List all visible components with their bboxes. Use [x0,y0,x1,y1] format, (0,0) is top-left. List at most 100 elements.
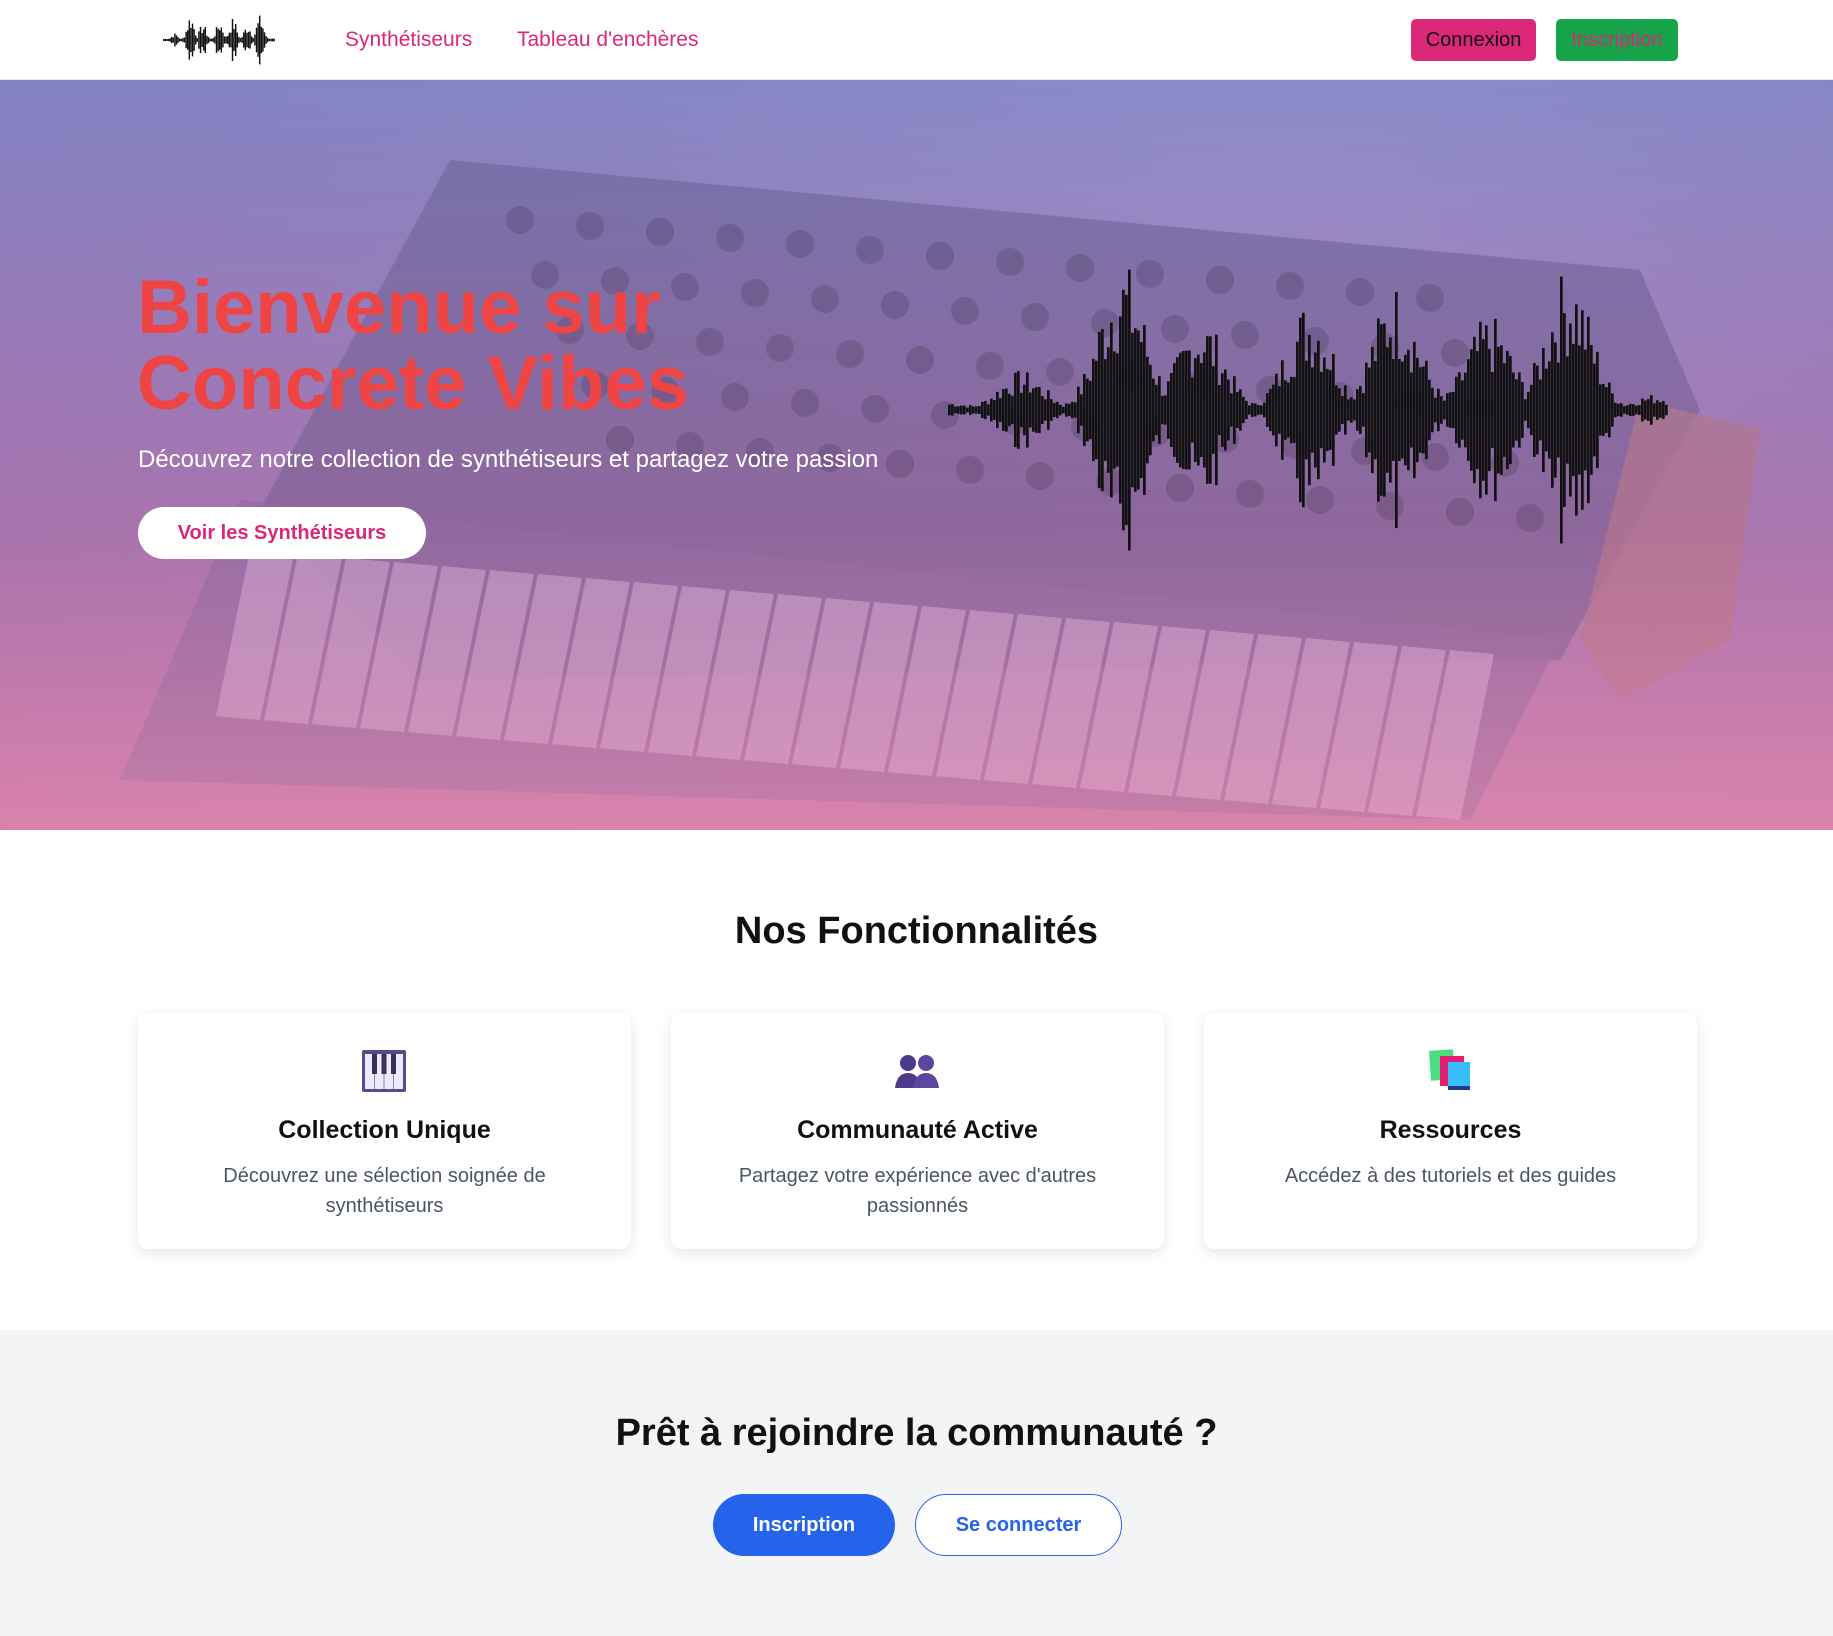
waveform-bar [236,32,239,48]
waveform-bar [1614,402,1617,418]
waveform-bar [1131,332,1134,488]
waveform-bar [1218,385,1221,435]
waveform-bar [222,32,224,48]
waveform-bar [1020,392,1023,428]
waveform-bar [1386,347,1389,473]
waveform-bar [1107,347,1110,473]
waveform-bar [1503,363,1506,457]
waveform-bar [1653,403,1656,417]
waveform-bar [1605,387,1608,433]
waveform-bar [1236,391,1239,429]
waveform-bar [969,405,972,415]
waveform-bar [1065,403,1068,417]
waveform-bar [179,38,181,42]
waveform-bar [252,38,255,42]
login-button[interactable]: Connexion [1411,19,1536,61]
waveform-bar [1470,349,1473,471]
waveform-bar [1239,389,1242,431]
feature-card-title: Communauté Active [797,1116,1038,1144]
waveform-bar [1401,361,1404,459]
waveform-bar [1575,304,1578,516]
waveform-bar [1476,351,1479,469]
waveform-bar [954,406,957,414]
nav-link-synthesizers[interactable]: Synthétiseurs [345,28,472,52]
waveform-bar [267,37,269,43]
waveform-bar [1029,392,1032,428]
waveform-bar [1467,359,1470,461]
waveform-bar [1233,376,1236,444]
waveform-bar [1542,347,1545,473]
waveform-bar [1221,373,1224,447]
waveform-bar [1560,276,1563,544]
waveform-bar [1266,393,1269,427]
waveform-bar [1365,362,1368,458]
waveform-bar [1578,345,1581,475]
waveform-bar [1332,354,1335,466]
waveform-bar [204,26,207,53]
waveform-bar [223,36,226,44]
hero-title-line2: Concrete Vibes [137,341,689,426]
waveform-bar [1299,317,1302,503]
waveform-bar [1080,394,1083,426]
waveform-bar [195,35,197,45]
waveform-bar [260,26,263,54]
waveform-bar [1515,379,1518,441]
waveform-bar [273,38,275,42]
waveform-bar [1326,368,1329,452]
waveform-bar [1212,366,1215,454]
waveform-bar [1557,362,1560,458]
signup-button[interactable]: Inscription [1556,19,1678,61]
waveform-bar [1335,385,1338,435]
hero-title-line1: Bienvenue sur [137,265,661,350]
feature-card-community: Communauté Active Partagez votre expérie… [671,1013,1164,1249]
waveform-bar [1143,324,1146,496]
waveform-bar [996,391,999,429]
waveform-bar [1227,379,1230,441]
waveform-bar [1203,352,1206,468]
waveform-bar [1344,385,1347,435]
join-signup-button[interactable]: Inscription [713,1494,895,1556]
waveform-bar [1074,402,1077,418]
join-login-button[interactable]: Se connecter [915,1494,1122,1556]
waveform-bar [243,32,245,48]
piano-keys-icon [362,1050,406,1092]
waveform-bar [1527,391,1530,429]
waveform-bar [1554,342,1557,478]
waveform-bar [206,35,208,45]
waveform-bar [1110,322,1113,498]
waveform-bar [1179,352,1182,468]
waveform-bar [984,400,987,420]
waveform-bar [1194,358,1197,462]
feature-card-description: Découvrez une sélection soignée de synth… [223,1165,546,1217]
waveform-bar [1095,360,1098,460]
nav-link-auction-board[interactable]: Tableau d'enchères [517,28,698,52]
waveform-bar [1629,403,1632,417]
waveform-bar [1296,341,1299,479]
view-synthesizers-button[interactable]: Voir les Synthétiseurs [138,507,426,559]
waveform-bar [1506,350,1509,470]
waveform-bar [1563,313,1566,507]
waveform-bar [1254,403,1257,417]
waveform-bar [1164,395,1167,425]
waveform-bar [1596,351,1599,469]
waveform-bar [249,31,251,49]
waveform-bar [190,28,192,52]
waveform-bar [1569,323,1572,497]
waveform-bar [1134,328,1137,492]
waveform-bar [966,407,969,413]
waveform-bar [1041,396,1044,424]
waveform-bar [1293,377,1296,443]
waveform-bar [975,406,978,414]
waveform-bar [1176,357,1179,463]
waveform-bar [270,38,272,42]
waveform-bar [1530,384,1533,436]
waveform-bar [1566,356,1569,464]
waveform-bar [1167,381,1170,439]
waveform-bar [233,29,235,51]
waveform-bar [262,28,264,52]
waveform-bar [1545,368,1548,452]
waveform-logo-icon[interactable] [163,12,275,68]
waveform-bar [1443,400,1446,420]
waveform-bar [1461,380,1464,440]
waveform-bar [1497,346,1500,474]
